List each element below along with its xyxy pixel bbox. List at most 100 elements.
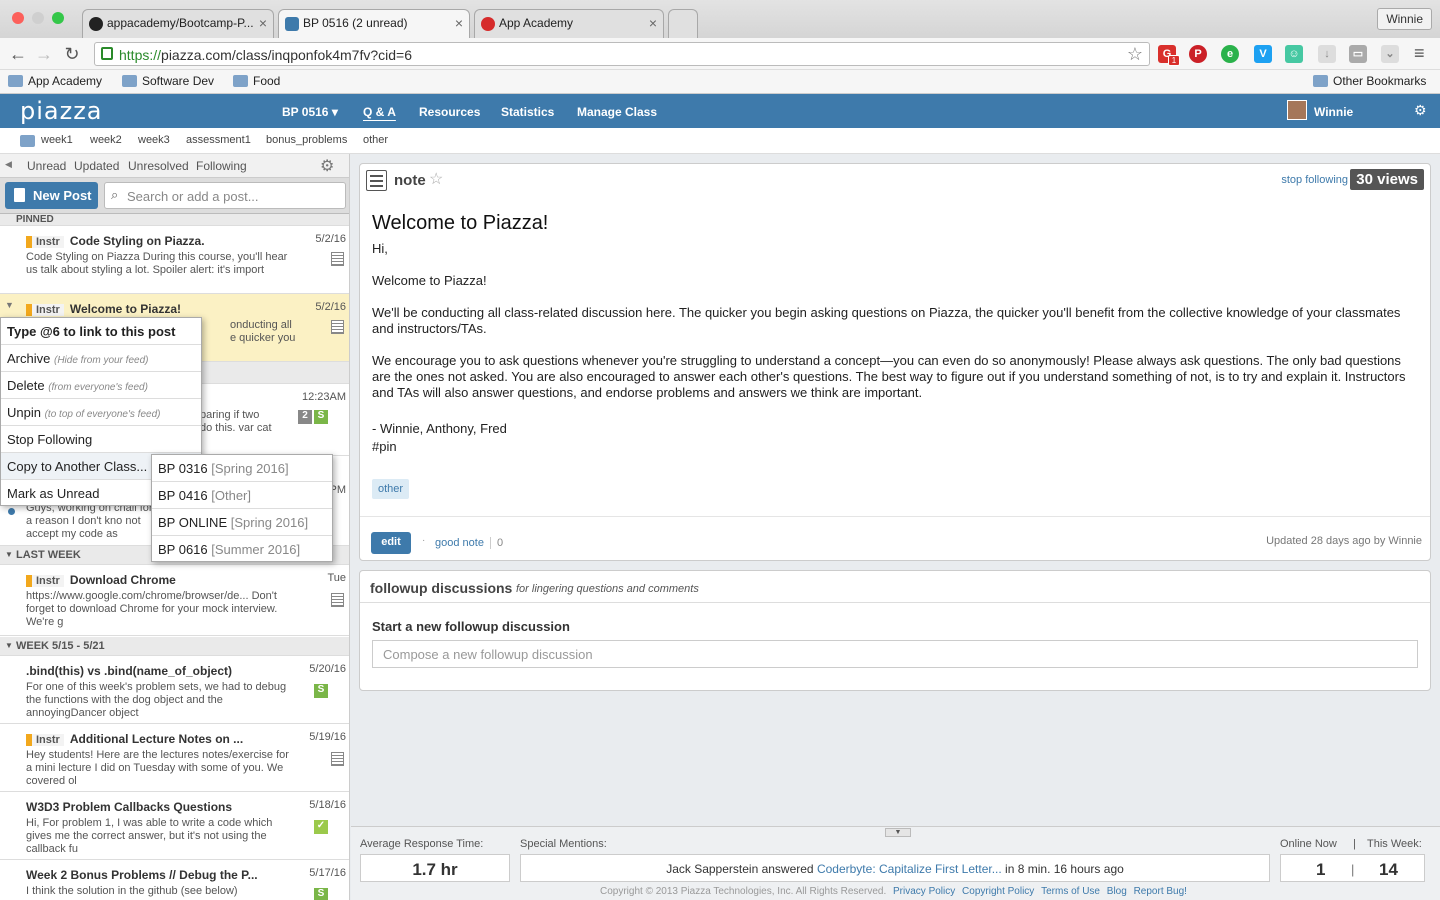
search-input[interactable]: ⌕ Search or add a post...: [104, 182, 346, 209]
submenu-bp-online[interactable]: BP ONLINE [Spring 2016]: [152, 509, 332, 536]
this-week-label: This Week:: [1367, 838, 1422, 850]
post-date: 5/18/16: [309, 799, 346, 811]
nav-statistics[interactable]: Statistics: [501, 105, 554, 119]
url-text: piazza.com/class/inqponfok4m7fv?cid=6: [161, 47, 412, 63]
list-item[interactable]: Instr Code Styling on Piazza. 5/2/16 Code…: [0, 226, 349, 294]
piazza-icon: [285, 17, 299, 31]
list-item[interactable]: Instr Additional Lecture Notes on ... 5/1…: [0, 724, 349, 792]
menu-icon[interactable]: ≡: [1414, 43, 1425, 64]
zoom-window-button[interactable]: [52, 12, 64, 24]
other-bookmarks[interactable]: Other Bookmarks: [1313, 74, 1426, 88]
copyright-policy-link[interactable]: Copyright Policy: [962, 886, 1034, 897]
new-tab-button[interactable]: [668, 9, 698, 38]
mention-link[interactable]: Coderbyte: Capitalize First Letter...: [817, 862, 1002, 876]
post-snippet: Code Styling on Piazza During this cours…: [26, 251, 288, 276]
close-window-button[interactable]: [12, 12, 24, 24]
piazza-logo[interactable]: piazza: [20, 97, 103, 125]
bookmark-food[interactable]: Food: [233, 74, 280, 88]
forward-icon[interactable]: →: [34, 44, 54, 65]
folder-week2[interactable]: week2: [90, 134, 122, 146]
close-tab-icon[interactable]: ×: [455, 15, 463, 31]
terms-of-use-link[interactable]: Terms of Use: [1041, 886, 1100, 897]
folder-other[interactable]: other: [363, 134, 388, 146]
note-card: note ☆ stop following 30 views Welcome t…: [359, 163, 1431, 561]
nav-manage-class[interactable]: Manage Class: [577, 105, 657, 119]
folder-bonus-problems[interactable]: bonus_problems: [266, 134, 347, 146]
user-name[interactable]: Winnie: [1314, 105, 1353, 119]
class-selector[interactable]: BP 0516 ▾: [282, 105, 338, 119]
collapse-icon[interactable]: ◀: [5, 159, 12, 170]
updated-info: Updated 28 days ago by Winnie: [1266, 535, 1422, 547]
list-item[interactable]: .bind(this) vs .bind(name_of_object) 5/2…: [0, 656, 349, 724]
post-date: 5/17/16: [309, 867, 346, 879]
folder-tag[interactable]: other: [372, 479, 410, 499]
submenu-bp-0316[interactable]: BP 0316 [Spring 2016]: [152, 455, 332, 482]
cast-icon[interactable]: ▭: [1349, 45, 1367, 63]
folder-week3[interactable]: week3: [138, 134, 170, 146]
pinterest-extension-icon[interactable]: P: [1189, 45, 1207, 63]
post-snippet: https://www.google.com/chrome/browser/de…: [26, 590, 278, 628]
student-answer-badge: S: [314, 684, 328, 698]
profile-button[interactable]: Winnie: [1377, 8, 1432, 30]
menu-stop-following[interactable]: Stop Following: [1, 426, 201, 453]
back-icon[interactable]: ←: [8, 44, 28, 65]
tab-github[interactable]: appacademy/Bootcamp-P... ×: [82, 9, 274, 38]
close-tab-icon[interactable]: ×: [649, 15, 657, 31]
url-scheme: https://: [119, 47, 162, 63]
stop-following-link[interactable]: stop following: [1281, 174, 1348, 186]
menu-archive[interactable]: Archive (Hide from your feed): [1, 345, 201, 372]
tab-piazza[interactable]: BP 0516 (2 unread) ×: [278, 9, 470, 38]
filter-unresolved[interactable]: Unresolved: [128, 159, 189, 173]
post-date: Tue: [327, 572, 346, 584]
nav-resources[interactable]: Resources: [419, 105, 480, 119]
post-snippet: For one of this week's problem sets, we …: [26, 681, 287, 719]
minimize-window-button[interactable]: [32, 12, 44, 24]
bookmark-app-academy[interactable]: App Academy: [8, 74, 102, 88]
compose-followup-input[interactable]: Compose a new followup discussion: [372, 640, 1418, 668]
evernote-extension-icon[interactable]: e: [1221, 45, 1239, 63]
collapse-footer-icon[interactable]: ▼: [885, 828, 911, 837]
good-note-button[interactable]: good note: [435, 537, 484, 549]
extension-icon[interactable]: ⌄: [1381, 45, 1399, 63]
download-extension-icon[interactable]: ↓: [1318, 45, 1336, 63]
submenu-bp-0416[interactable]: BP 0416 [Other]: [152, 482, 332, 509]
report-bug-link[interactable]: Report Bug!: [1134, 886, 1187, 897]
post-hashtag: #pin: [372, 439, 397, 454]
list-item[interactable]: Instr Download Chrome Tue https://www.goo…: [0, 565, 349, 636]
filter-updated[interactable]: Updated: [74, 159, 119, 173]
favorite-star-icon[interactable]: ☆: [429, 169, 443, 189]
search-icon: ⌕: [111, 187, 119, 202]
v-extension-icon[interactable]: V: [1254, 45, 1272, 63]
folder-week1[interactable]: week1: [41, 134, 73, 146]
new-post-button[interactable]: New Post: [5, 182, 98, 209]
pocket-extension-icon[interactable]: ☺: [1285, 45, 1303, 63]
expand-icon[interactable]: ▼: [5, 300, 14, 310]
list-item[interactable]: W3D3 Problem Callbacks Questions 5/18/16…: [0, 792, 349, 860]
edit-button[interactable]: edit: [371, 532, 411, 554]
section-week-5-15[interactable]: ▼ WEEK 5/15 - 5/21: [0, 637, 349, 656]
filter-following[interactable]: Following: [196, 159, 247, 173]
post-signature: - Winnie, Anthony, Fred: [372, 421, 507, 436]
feed-settings-gear-icon[interactable]: ⚙: [320, 156, 334, 176]
address-bar[interactable]: https://piazza.com/class/inqponfok4m7fv?…: [94, 42, 1150, 66]
section-pinned[interactable]: PINNED: [0, 214, 349, 226]
menu-delete[interactable]: Delete (from everyone's feed): [1, 372, 201, 399]
unread-count-badge: 2: [298, 410, 312, 424]
avatar[interactable]: [1287, 100, 1307, 120]
nav-qa[interactable]: Q & A: [363, 105, 396, 119]
filter-unread[interactable]: Unread: [27, 159, 66, 173]
close-tab-icon[interactable]: ×: [259, 15, 267, 31]
list-item[interactable]: Week 2 Bonus Problems // Debug the P... …: [0, 860, 349, 900]
privacy-policy-link[interactable]: Privacy Policy: [893, 886, 955, 897]
settings-gear-icon[interactable]: ⚙: [1414, 102, 1427, 119]
folder-assessment1[interactable]: assessment1: [186, 134, 251, 146]
menu-unpin[interactable]: Unpin (to top of everyone's feed): [1, 399, 201, 426]
reload-icon[interactable]: ↻: [62, 44, 82, 65]
bookmark-star-icon[interactable]: ☆: [1127, 44, 1143, 65]
bookmark-software-dev[interactable]: Software Dev: [122, 74, 214, 88]
blog-link[interactable]: Blog: [1107, 886, 1127, 897]
browser-toolbar: ← → ↻ https://piazza.com/class/inqponfok…: [0, 38, 1440, 70]
tab-app-academy[interactable]: App Academy ×: [474, 9, 664, 38]
submenu-bp-0616[interactable]: BP 0616 [Summer 2016]: [152, 536, 332, 563]
start-followup-label: Start a new followup discussion: [372, 619, 570, 634]
